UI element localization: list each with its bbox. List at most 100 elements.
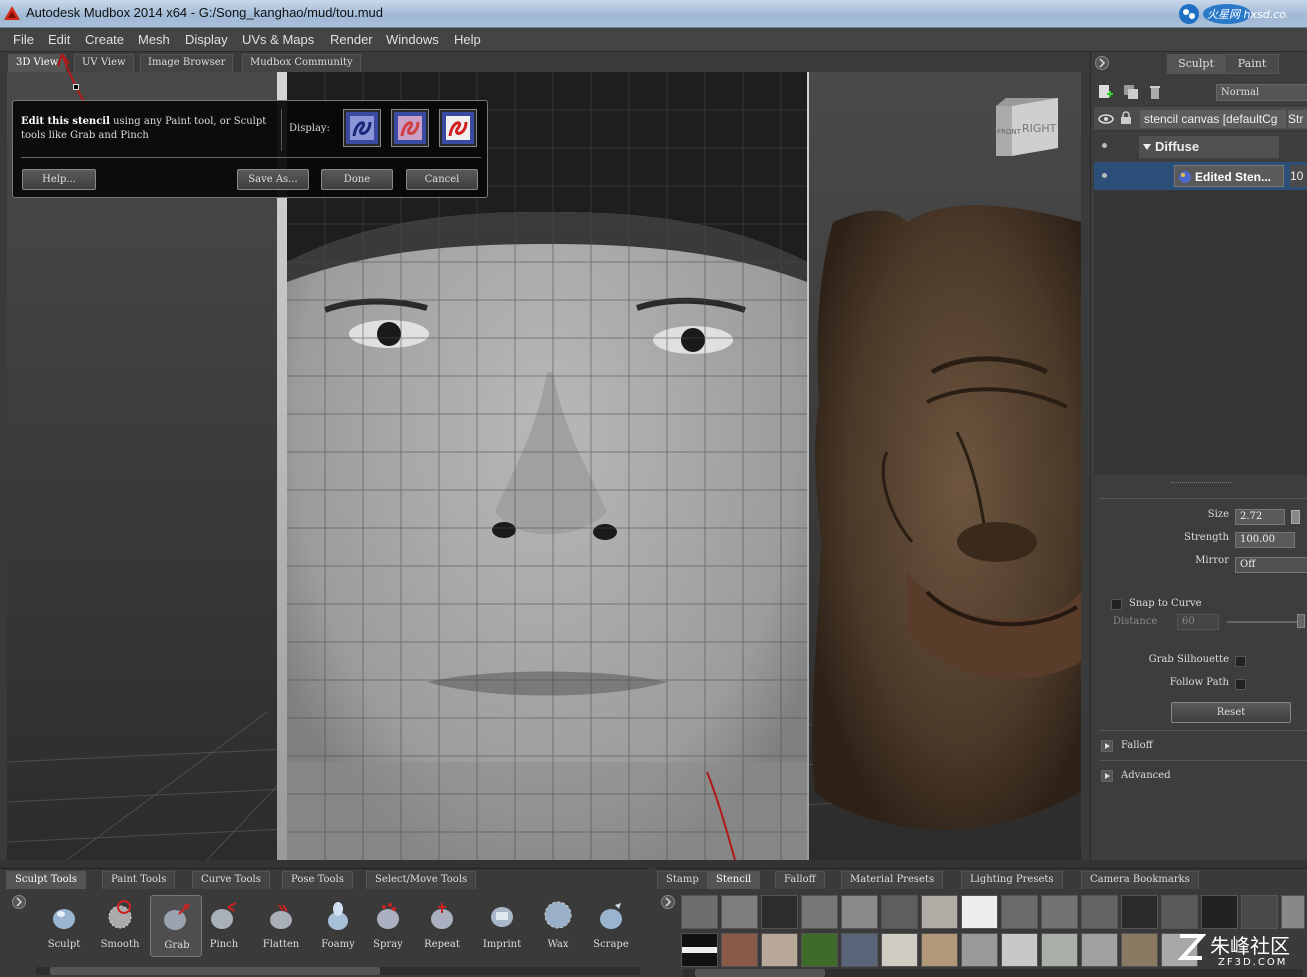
menu-windows[interactable]: Windows xyxy=(386,32,439,47)
advanced-expand-icon[interactable] xyxy=(1101,770,1113,782)
falloff-expand-icon[interactable] xyxy=(1101,740,1113,752)
tool-spray[interactable]: Spray xyxy=(362,895,414,957)
distance-slider-handle[interactable] xyxy=(1297,614,1305,628)
view-cube[interactable]: FRONT RIGHT xyxy=(992,96,1062,160)
tool-imprint[interactable]: Imprint xyxy=(476,895,528,957)
menu-file[interactable]: File xyxy=(13,32,34,47)
layer-edited-stencil[interactable]: Edited Sten... 10 xyxy=(1094,162,1307,190)
stencil-thumb[interactable] xyxy=(1161,895,1198,929)
bottom-splitter[interactable] xyxy=(0,860,1307,868)
tab-lighting-presets[interactable]: Lighting Presets xyxy=(961,871,1063,889)
tab-falloff[interactable]: Falloff xyxy=(775,871,825,889)
tool-foamy[interactable]: Foamy xyxy=(312,895,364,957)
menu-mesh[interactable]: Mesh xyxy=(138,32,170,47)
stencil-thumb[interactable] xyxy=(721,933,758,967)
stencil-thumb[interactable] xyxy=(841,933,878,967)
tab-paint-tools[interactable]: Paint Tools xyxy=(102,871,176,889)
head-mesh[interactable] xyxy=(812,205,1081,831)
stencil-thumb[interactable] xyxy=(761,895,798,929)
tool-sculpt[interactable]: Sculpt xyxy=(38,895,90,957)
stencil-thumb[interactable] xyxy=(1121,895,1158,929)
distance-input[interactable]: 60 xyxy=(1177,614,1219,630)
stencil-thumb[interactable] xyxy=(1281,895,1305,929)
stencil-thumb[interactable] xyxy=(1001,895,1038,929)
grab-silhouette-checkbox[interactable] xyxy=(1235,656,1246,667)
stencil-thumb[interactable] xyxy=(881,895,918,929)
snap-to-curve-checkbox[interactable] xyxy=(1111,599,1122,610)
size-slider-handle[interactable] xyxy=(1291,510,1300,524)
duplicate-layer-icon[interactable] xyxy=(1123,84,1139,100)
menu-edit[interactable]: Edit xyxy=(48,32,70,47)
follow-path-checkbox[interactable] xyxy=(1235,679,1246,690)
display-mode-3-button[interactable] xyxy=(439,109,477,147)
tab-pose-tools[interactable]: Pose Tools xyxy=(282,871,353,889)
tab-sculpt-tools[interactable]: Sculpt Tools xyxy=(6,871,86,889)
tools-scrollbar-thumb[interactable] xyxy=(50,967,380,975)
stencil-thumb[interactable] xyxy=(801,933,838,967)
expand-down-icon[interactable] xyxy=(1143,143,1151,151)
distance-slider-track[interactable] xyxy=(1227,621,1297,623)
tab-mudbox-community[interactable]: Mudbox Community xyxy=(242,54,361,72)
tab-camera-bookmarks[interactable]: Camera Bookmarks xyxy=(1081,871,1199,889)
tool-repeat[interactable]: Repeat xyxy=(416,895,468,957)
cancel-button[interactable]: Cancel xyxy=(406,169,478,190)
menu-help[interactable]: Help xyxy=(454,32,481,47)
advanced-section[interactable]: Advanced xyxy=(1099,766,1306,786)
tray-options-button[interactable] xyxy=(12,895,26,909)
stencil-thumb[interactable] xyxy=(761,933,798,967)
falloff-section[interactable]: Falloff xyxy=(1099,736,1306,756)
tab-stencil[interactable]: Stencil xyxy=(707,871,761,889)
menu-uvs-maps[interactable]: UVs & Maps xyxy=(242,32,314,47)
menu-render[interactable]: Render xyxy=(330,32,373,47)
blend-mode-select[interactable]: Normal xyxy=(1216,84,1307,101)
stencil-thumb[interactable] xyxy=(881,933,918,967)
stencil-thumb[interactable] xyxy=(961,895,998,929)
paint-mode-tab[interactable]: Paint xyxy=(1225,54,1279,74)
visibility-dot-icon[interactable] xyxy=(1102,143,1107,148)
stencil-thumb[interactable] xyxy=(721,895,758,929)
layer-group-diffuse[interactable]: Diffuse xyxy=(1094,134,1307,158)
edited-stencil-opacity[interactable]: 10 xyxy=(1290,165,1307,187)
menu-create[interactable]: Create xyxy=(85,32,124,47)
tool-grab[interactable]: Grab xyxy=(150,895,202,957)
stencil-thumb[interactable] xyxy=(1241,895,1278,929)
lock-icon[interactable] xyxy=(1120,111,1132,125)
strength-input[interactable]: 100.00 xyxy=(1235,532,1295,548)
stencil-thumb[interactable] xyxy=(961,933,998,967)
tool-flatten[interactable]: Flatten xyxy=(255,895,307,957)
help-button[interactable]: Help... xyxy=(22,169,96,190)
visibility-eye-icon[interactable] xyxy=(1098,112,1114,126)
panel-resize-handle[interactable] xyxy=(1171,482,1231,484)
stencil-thumb[interactable] xyxy=(681,933,718,967)
tool-pinch[interactable]: Pinch xyxy=(198,895,250,957)
delete-layer-icon[interactable] xyxy=(1147,84,1163,100)
done-button[interactable]: Done xyxy=(321,169,393,190)
stencil-thumb[interactable] xyxy=(1041,933,1078,967)
display-mode-2-button[interactable] xyxy=(391,109,429,147)
new-layer-icon[interactable] xyxy=(1097,84,1113,100)
visibility-dot-icon[interactable] xyxy=(1102,173,1107,178)
menu-display[interactable]: Display xyxy=(185,32,228,47)
tab-stamp[interactable]: Stamp xyxy=(657,871,708,889)
tab-curve-tools[interactable]: Curve Tools xyxy=(192,871,270,889)
stencil-thumb[interactable] xyxy=(801,895,838,929)
size-input[interactable]: 2.72 xyxy=(1235,509,1285,525)
stencil-thumb[interactable] xyxy=(1041,895,1078,929)
tab-select-move-tools[interactable]: Select/Move Tools xyxy=(366,871,477,889)
tool-smooth[interactable]: Smooth xyxy=(94,895,146,957)
save-as-button[interactable]: Save As... xyxy=(237,169,309,190)
stencil-thumb[interactable] xyxy=(1121,933,1158,967)
stencil-thumb[interactable] xyxy=(921,933,958,967)
stencil-thumb[interactable] xyxy=(1081,933,1118,967)
stencil-thumb[interactable] xyxy=(1001,933,1038,967)
collapse-panel-button[interactable] xyxy=(1095,56,1109,70)
layer-stencil-canvas[interactable]: stencil canvas [defaultCg Str xyxy=(1094,107,1307,131)
mirror-select[interactable]: Off xyxy=(1235,557,1307,573)
stencil-thumb[interactable] xyxy=(1201,895,1238,929)
tab-material-presets[interactable]: Material Presets xyxy=(841,871,944,889)
stencil-thumb[interactable] xyxy=(841,895,878,929)
tool-scrape[interactable]: Scrape xyxy=(585,895,637,957)
tab-image-browser[interactable]: Image Browser xyxy=(140,54,234,72)
stencil-tray-options-button[interactable] xyxy=(661,895,675,909)
stencil-thumb[interactable] xyxy=(1081,895,1118,929)
